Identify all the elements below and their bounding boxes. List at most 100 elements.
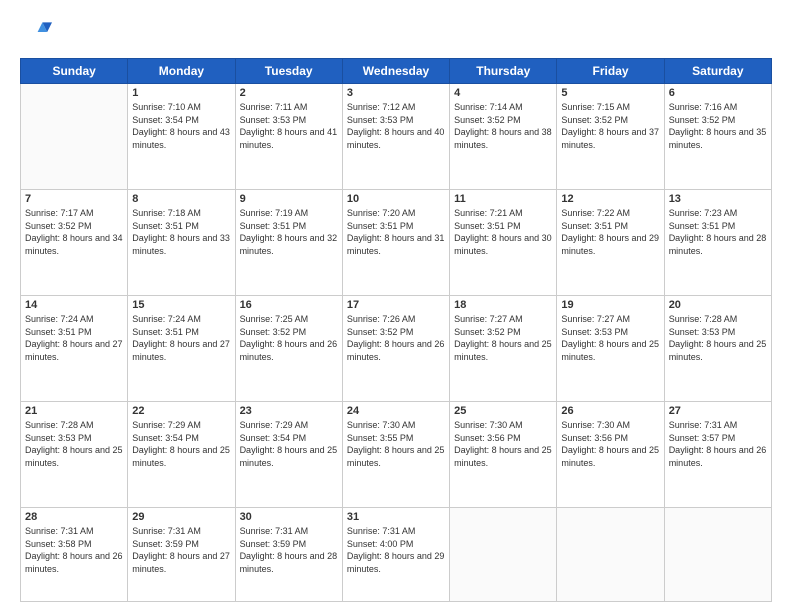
day-number: 28	[25, 511, 123, 523]
calendar-cell: 25 Sunrise: 7:30 AMSunset: 3:56 PMDaylig…	[450, 402, 557, 508]
day-number: 3	[347, 87, 445, 99]
day-info: Sunrise: 7:15 AMSunset: 3:52 PMDaylight:…	[561, 101, 659, 151]
day-number: 23	[240, 405, 338, 417]
week-row-0: 1 Sunrise: 7:10 AMSunset: 3:54 PMDayligh…	[21, 84, 772, 190]
weekday-sunday: Sunday	[21, 59, 128, 84]
weekday-monday: Monday	[128, 59, 235, 84]
day-info: Sunrise: 7:23 AMSunset: 3:51 PMDaylight:…	[669, 207, 767, 257]
day-number: 19	[561, 299, 659, 311]
calendar-cell: 27 Sunrise: 7:31 AMSunset: 3:57 PMDaylig…	[664, 402, 771, 508]
day-info: Sunrise: 7:28 AMSunset: 3:53 PMDaylight:…	[669, 313, 767, 363]
day-number: 10	[347, 193, 445, 205]
day-info: Sunrise: 7:20 AMSunset: 3:51 PMDaylight:…	[347, 207, 445, 257]
day-number: 9	[240, 193, 338, 205]
day-info: Sunrise: 7:31 AMSunset: 4:00 PMDaylight:…	[347, 525, 445, 575]
day-info: Sunrise: 7:31 AMSunset: 3:57 PMDaylight:…	[669, 419, 767, 469]
calendar-cell: 29 Sunrise: 7:31 AMSunset: 3:59 PMDaylig…	[128, 508, 235, 602]
weekday-saturday: Saturday	[664, 59, 771, 84]
day-info: Sunrise: 7:11 AMSunset: 3:53 PMDaylight:…	[240, 101, 338, 151]
day-info: Sunrise: 7:31 AMSunset: 3:59 PMDaylight:…	[132, 525, 230, 575]
calendar-cell: 21 Sunrise: 7:28 AMSunset: 3:53 PMDaylig…	[21, 402, 128, 508]
day-info: Sunrise: 7:31 AMSunset: 3:59 PMDaylight:…	[240, 525, 338, 575]
day-info: Sunrise: 7:26 AMSunset: 3:52 PMDaylight:…	[347, 313, 445, 363]
calendar-cell: 26 Sunrise: 7:30 AMSunset: 3:56 PMDaylig…	[557, 402, 664, 508]
day-number: 20	[669, 299, 767, 311]
day-number: 12	[561, 193, 659, 205]
day-info: Sunrise: 7:17 AMSunset: 3:52 PMDaylight:…	[25, 207, 123, 257]
day-info: Sunrise: 7:22 AMSunset: 3:51 PMDaylight:…	[561, 207, 659, 257]
calendar-cell: 28 Sunrise: 7:31 AMSunset: 3:58 PMDaylig…	[21, 508, 128, 602]
day-info: Sunrise: 7:12 AMSunset: 3:53 PMDaylight:…	[347, 101, 445, 151]
week-row-3: 21 Sunrise: 7:28 AMSunset: 3:53 PMDaylig…	[21, 402, 772, 508]
day-number: 15	[132, 299, 230, 311]
calendar-cell: 11 Sunrise: 7:21 AMSunset: 3:51 PMDaylig…	[450, 190, 557, 296]
calendar-cell: 14 Sunrise: 7:24 AMSunset: 3:51 PMDaylig…	[21, 296, 128, 402]
day-number: 4	[454, 87, 552, 99]
day-number: 24	[347, 405, 445, 417]
weekday-friday: Friday	[557, 59, 664, 84]
day-info: Sunrise: 7:19 AMSunset: 3:51 PMDaylight:…	[240, 207, 338, 257]
day-info: Sunrise: 7:30 AMSunset: 3:56 PMDaylight:…	[454, 419, 552, 469]
calendar-cell: 17 Sunrise: 7:26 AMSunset: 3:52 PMDaylig…	[342, 296, 449, 402]
day-number: 21	[25, 405, 123, 417]
day-info: Sunrise: 7:27 AMSunset: 3:53 PMDaylight:…	[561, 313, 659, 363]
day-number: 22	[132, 405, 230, 417]
calendar-cell: 3 Sunrise: 7:12 AMSunset: 3:53 PMDayligh…	[342, 84, 449, 190]
calendar-cell: 31 Sunrise: 7:31 AMSunset: 4:00 PMDaylig…	[342, 508, 449, 602]
weekday-header-row: SundayMondayTuesdayWednesdayThursdayFrid…	[21, 59, 772, 84]
logo-icon	[20, 16, 52, 48]
day-info: Sunrise: 7:31 AMSunset: 3:58 PMDaylight:…	[25, 525, 123, 575]
day-number: 18	[454, 299, 552, 311]
day-info: Sunrise: 7:27 AMSunset: 3:52 PMDaylight:…	[454, 313, 552, 363]
calendar-cell: 10 Sunrise: 7:20 AMSunset: 3:51 PMDaylig…	[342, 190, 449, 296]
day-info: Sunrise: 7:14 AMSunset: 3:52 PMDaylight:…	[454, 101, 552, 151]
calendar-cell: 8 Sunrise: 7:18 AMSunset: 3:51 PMDayligh…	[128, 190, 235, 296]
day-info: Sunrise: 7:28 AMSunset: 3:53 PMDaylight:…	[25, 419, 123, 469]
week-row-2: 14 Sunrise: 7:24 AMSunset: 3:51 PMDaylig…	[21, 296, 772, 402]
calendar-cell: 9 Sunrise: 7:19 AMSunset: 3:51 PMDayligh…	[235, 190, 342, 296]
week-row-1: 7 Sunrise: 7:17 AMSunset: 3:52 PMDayligh…	[21, 190, 772, 296]
calendar-cell: 5 Sunrise: 7:15 AMSunset: 3:52 PMDayligh…	[557, 84, 664, 190]
day-info: Sunrise: 7:10 AMSunset: 3:54 PMDaylight:…	[132, 101, 230, 151]
calendar-cell: 6 Sunrise: 7:16 AMSunset: 3:52 PMDayligh…	[664, 84, 771, 190]
day-number: 29	[132, 511, 230, 523]
calendar-cell	[21, 84, 128, 190]
day-number: 14	[25, 299, 123, 311]
calendar-cell: 2 Sunrise: 7:11 AMSunset: 3:53 PMDayligh…	[235, 84, 342, 190]
day-number: 27	[669, 405, 767, 417]
calendar-cell: 24 Sunrise: 7:30 AMSunset: 3:55 PMDaylig…	[342, 402, 449, 508]
page: SundayMondayTuesdayWednesdayThursdayFrid…	[0, 0, 792, 612]
day-info: Sunrise: 7:29 AMSunset: 3:54 PMDaylight:…	[240, 419, 338, 469]
day-number: 16	[240, 299, 338, 311]
day-number: 11	[454, 193, 552, 205]
day-number: 6	[669, 87, 767, 99]
day-number: 17	[347, 299, 445, 311]
day-info: Sunrise: 7:30 AMSunset: 3:55 PMDaylight:…	[347, 419, 445, 469]
week-row-4: 28 Sunrise: 7:31 AMSunset: 3:58 PMDaylig…	[21, 508, 772, 602]
calendar-cell: 4 Sunrise: 7:14 AMSunset: 3:52 PMDayligh…	[450, 84, 557, 190]
day-info: Sunrise: 7:29 AMSunset: 3:54 PMDaylight:…	[132, 419, 230, 469]
day-info: Sunrise: 7:16 AMSunset: 3:52 PMDaylight:…	[669, 101, 767, 151]
calendar-cell: 20 Sunrise: 7:28 AMSunset: 3:53 PMDaylig…	[664, 296, 771, 402]
day-number: 30	[240, 511, 338, 523]
calendar: SundayMondayTuesdayWednesdayThursdayFrid…	[20, 58, 772, 602]
calendar-cell: 13 Sunrise: 7:23 AMSunset: 3:51 PMDaylig…	[664, 190, 771, 296]
day-number: 1	[132, 87, 230, 99]
calendar-cell: 22 Sunrise: 7:29 AMSunset: 3:54 PMDaylig…	[128, 402, 235, 508]
day-info: Sunrise: 7:30 AMSunset: 3:56 PMDaylight:…	[561, 419, 659, 469]
calendar-cell: 30 Sunrise: 7:31 AMSunset: 3:59 PMDaylig…	[235, 508, 342, 602]
header	[20, 16, 772, 48]
day-info: Sunrise: 7:24 AMSunset: 3:51 PMDaylight:…	[132, 313, 230, 363]
day-number: 25	[454, 405, 552, 417]
calendar-cell: 12 Sunrise: 7:22 AMSunset: 3:51 PMDaylig…	[557, 190, 664, 296]
day-number: 7	[25, 193, 123, 205]
day-number: 31	[347, 511, 445, 523]
calendar-cell: 7 Sunrise: 7:17 AMSunset: 3:52 PMDayligh…	[21, 190, 128, 296]
day-number: 8	[132, 193, 230, 205]
day-info: Sunrise: 7:25 AMSunset: 3:52 PMDaylight:…	[240, 313, 338, 363]
weekday-thursday: Thursday	[450, 59, 557, 84]
weekday-wednesday: Wednesday	[342, 59, 449, 84]
calendar-cell: 1 Sunrise: 7:10 AMSunset: 3:54 PMDayligh…	[128, 84, 235, 190]
day-info: Sunrise: 7:21 AMSunset: 3:51 PMDaylight:…	[454, 207, 552, 257]
calendar-cell: 16 Sunrise: 7:25 AMSunset: 3:52 PMDaylig…	[235, 296, 342, 402]
